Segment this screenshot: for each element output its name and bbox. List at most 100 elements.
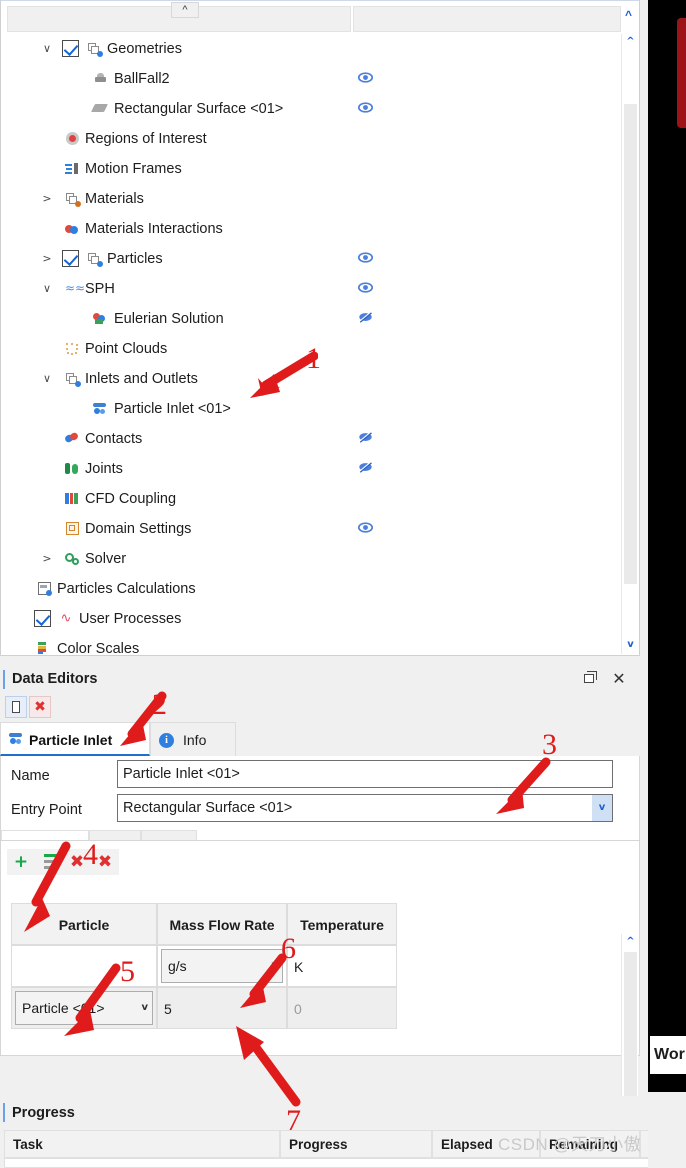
new-document-icon[interactable] xyxy=(5,696,27,718)
tree-item-domain-settings[interactable]: Domain Settings xyxy=(2,514,622,544)
tree-item-label: Geometries xyxy=(107,41,182,57)
tree-item-label: Materials xyxy=(85,191,144,207)
progress-column-progress[interactable]: Progress xyxy=(280,1130,432,1158)
mass-flow-rate-unit-value: g/s xyxy=(168,958,187,974)
inlets-outlets-icon xyxy=(62,364,82,394)
chevron-right-icon[interactable]: > xyxy=(40,244,54,274)
tree-item-particles-calculations[interactable]: Particles Calculations xyxy=(2,574,622,604)
float-window-icon[interactable] xyxy=(582,670,600,688)
annotation-arrow-7 xyxy=(236,1026,301,1107)
domain-settings-icon xyxy=(62,514,82,544)
visibility-eye-icon[interactable] xyxy=(354,274,376,304)
tree-item-label: CFD Coupling xyxy=(85,491,177,507)
annotation-arrow-5 xyxy=(64,963,121,1036)
materials-interactions-icon xyxy=(62,214,82,244)
tree-item-sph[interactable]: ∨ ≈≈ SPH xyxy=(2,274,622,304)
tree-item-motion-frames[interactable]: Motion Frames xyxy=(2,154,622,184)
panel-accent-bar xyxy=(3,1103,5,1122)
scroll-up-icon[interactable]: ^ xyxy=(622,34,639,51)
column-header-temperature[interactable]: Temperature xyxy=(287,903,397,945)
right-black-strip xyxy=(648,0,686,1092)
visibility-eye-icon[interactable] xyxy=(354,514,376,544)
particles-calculations-icon xyxy=(34,574,54,604)
tree-header-column-2[interactable] xyxy=(353,6,621,32)
workspace-label: Wor xyxy=(654,1046,685,1063)
chevron-right-icon[interactable]: > xyxy=(40,184,54,214)
workspace-panel[interactable]: Wor xyxy=(650,1036,686,1074)
tree-item-materials[interactable]: > Materials xyxy=(2,184,622,214)
visibility-eye-icon[interactable] xyxy=(354,64,376,94)
tree-item-color-scales[interactable]: Color Scales xyxy=(2,634,622,654)
tree-item-label: Color Scales xyxy=(57,641,140,654)
data-editors-toolbar xyxy=(0,694,640,720)
tree-header: ^ ^ xyxy=(1,2,639,34)
particle-inlet-icon xyxy=(90,394,110,424)
tree-item-cfd-coupling[interactable]: CFD Coupling xyxy=(2,484,622,514)
visibility-eye-off-icon[interactable] xyxy=(354,454,376,484)
chevron-down-icon[interactable]: ∨ xyxy=(40,34,54,64)
point-clouds-icon xyxy=(62,334,82,364)
tree-item-label: Particle Inlet <01> xyxy=(114,401,231,417)
user-processes-icon: ∿ xyxy=(60,610,72,626)
tree-item-materials-interactions[interactable]: Materials Interactions xyxy=(2,214,622,244)
tree-scrollbar[interactable]: ^ v xyxy=(621,34,638,654)
materials-icon xyxy=(62,184,82,214)
right-red-tab[interactable] xyxy=(677,18,686,128)
chevron-down-icon[interactable]: ∨ xyxy=(40,274,54,304)
progress-title: Progress xyxy=(12,1105,75,1121)
progress-table-body xyxy=(4,1158,648,1168)
close-icon[interactable]: ✕ xyxy=(608,664,630,694)
tree-item-particles[interactable]: > Particles xyxy=(2,244,622,274)
visibility-eye-icon[interactable] xyxy=(354,244,376,274)
tree-item-solver[interactable]: > Solver xyxy=(2,544,622,574)
visibility-eye-icon[interactable] xyxy=(354,94,376,124)
tree-item-geometries[interactable]: ∨ Geometries xyxy=(2,34,622,64)
tab-info-label: Info xyxy=(183,732,207,748)
tree-item-contacts[interactable]: Contacts xyxy=(2,424,622,454)
delete-icon[interactable] xyxy=(29,696,51,718)
chevron-down-icon[interactable]: v xyxy=(141,992,148,1024)
entry-point-label: Entry Point xyxy=(11,802,82,818)
units-cell-temperature[interactable]: K xyxy=(287,945,397,987)
tree-item-checkbox[interactable] xyxy=(62,250,79,267)
progress-column-task[interactable]: Task xyxy=(4,1130,280,1158)
tab-particle-inlet-label: Particle Inlet xyxy=(29,732,113,748)
tree-item-checkbox[interactable] xyxy=(62,40,79,57)
progress-column-message[interactable]: Message xyxy=(640,1130,648,1158)
tree-item-label: Domain Settings xyxy=(85,521,192,537)
annotation-number-3: 3 xyxy=(542,728,557,761)
tree-item-label: Rectangular Surface <01> xyxy=(114,101,284,117)
scroll-up-icon[interactable]: ^ xyxy=(622,934,639,951)
tree-item-checkbox[interactable] xyxy=(34,610,51,627)
column-header-mass-flow-rate[interactable]: Mass Flow Rate xyxy=(157,903,287,945)
tree-sort-indicator-icon[interactable]: ^ xyxy=(171,2,199,18)
tree-item-joints[interactable]: Joints xyxy=(2,454,622,484)
right-bottom-filler xyxy=(648,1092,686,1168)
annotation-number-1: 1 xyxy=(306,342,321,375)
data-editors-title: Data Editors xyxy=(12,671,98,687)
joints-icon xyxy=(62,454,82,484)
chevron-down-icon[interactable]: v xyxy=(592,795,612,821)
visibility-eye-off-icon[interactable] xyxy=(354,424,376,454)
chevron-down-icon[interactable]: ∨ xyxy=(40,364,54,394)
tree-item-label: Point Clouds xyxy=(85,341,168,357)
tree-item-eulerian-solution[interactable]: Eulerian Solution xyxy=(2,304,622,334)
scrollbar-thumb[interactable] xyxy=(624,104,637,584)
tree-item-rectangular-surface-01[interactable]: Rectangular Surface <01> xyxy=(2,94,622,124)
color-scales-icon xyxy=(34,634,54,654)
motion-frames-icon xyxy=(62,154,82,184)
tree-item-regions-of-interest[interactable]: Regions of Interest xyxy=(2,124,622,154)
tree-item-ballfall2[interactable]: BallFall2 xyxy=(2,64,622,94)
geometry-stack-icon xyxy=(84,34,104,64)
solver-icon xyxy=(62,544,82,574)
tree-item-user-processes[interactable]: ∿ User Processes xyxy=(2,604,622,634)
scroll-down-icon[interactable]: v xyxy=(622,637,639,654)
chevron-up-icon[interactable]: ^ xyxy=(625,8,632,22)
annotation-arrow-3 xyxy=(496,757,551,814)
annotation-number-6: 6 xyxy=(281,932,296,965)
watermark: CSDN @天刀小傲 xyxy=(498,1135,642,1154)
tree-item-label: Regions of Interest xyxy=(85,131,207,147)
visibility-eye-off-icon[interactable] xyxy=(354,304,376,334)
chevron-right-icon[interactable]: > xyxy=(40,544,54,574)
data-editors-titlebar: Data Editors ✕ xyxy=(0,664,640,694)
